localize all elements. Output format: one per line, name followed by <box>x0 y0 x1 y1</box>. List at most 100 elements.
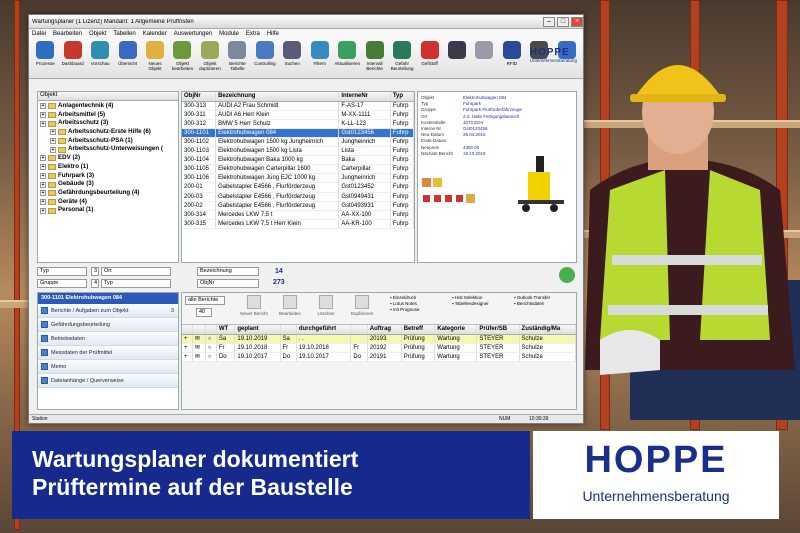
sidepanel-item[interactable]: Gefährdungsbeurteilung <box>38 318 178 332</box>
menu-item-bearbeiten[interactable]: Bearbeiten <box>53 31 82 37</box>
tree-item[interactable]: + Arbeitsschutz-Erste Hilfe (6) <box>40 128 176 137</box>
filter-typ-combo[interactable]: Typ <box>101 279 171 288</box>
toolbar-button[interactable]: Objekt bearbeiten <box>169 41 195 71</box>
report-row[interactable]: + ✉ ○ Fr 19.10.2018 Fr 19.10.2018 Fr 20192 Prüfun… <box>182 343 577 353</box>
folder-icon[interactable] <box>433 178 442 187</box>
minimize-button[interactable]: – <box>543 16 555 27</box>
menu-item-tabellen[interactable]: Tabellen <box>113 31 135 37</box>
tree-item[interactable]: + Arbeitsschutz-Unterweisungen ( <box>40 145 176 154</box>
table-row[interactable]: 200-03 Gabelstapler E4566 , Flurförderzeu… <box>182 192 414 202</box>
report-column-header[interactable] <box>205 325 217 335</box>
close-button[interactable]: × <box>571 16 583 27</box>
expand-icon[interactable]: + <box>40 112 46 119</box>
sidepanel-item[interactable]: Dateianhänge / Querverweise <box>38 374 178 388</box>
sidepanel-item[interactable]: Betriebsdaten <box>38 332 178 346</box>
menu-item-datei[interactable]: Datei <box>32 31 46 37</box>
expand-icon[interactable]: + <box>40 190 46 197</box>
toolbar-button[interactable]: Prozesse <box>32 41 58 66</box>
report-column-header[interactable]: durchgeführt <box>296 325 352 335</box>
table-row[interactable]: 300-315 Mercedes LKW 7,5 t Herr Klein AA-K… <box>182 219 414 229</box>
expand-icon[interactable]: + <box>40 207 46 214</box>
toolbar-button[interactable]: Objekt duplizieren <box>197 41 223 71</box>
toolbar-button[interactable]: Gefahr Beurteilung <box>389 41 415 71</box>
tree-item[interactable]: + Arbeitsmittel (5) <box>40 111 176 120</box>
expand-icon[interactable]: + <box>50 129 56 136</box>
toolbar-button[interactable] <box>471 41 497 61</box>
table-row[interactable]: 300-1106 Elektrohubwagen Jung EJC 1000 kg… <box>182 173 414 184</box>
table-row[interactable]: 200-01 Gabelstapler E4566 , Flurförderzeu… <box>182 182 414 193</box>
sort-combo-2[interactable]: ObjNr <box>197 279 259 288</box>
maximize-button[interactable]: □ <box>557 16 569 27</box>
tree-item[interactable]: + Anlagentechnik (4) <box>40 102 176 111</box>
reports-filter-select[interactable]: alle Berichte <box>185 296 225 305</box>
grid-column-header[interactable]: Bezeichnung <box>215 92 340 102</box>
menu-item-kalender[interactable]: Kalender <box>143 31 167 37</box>
tree-item[interactable]: + Fuhrpark (3) <box>40 172 176 181</box>
tree-item[interactable]: + Gefährdungsbeurteilung (4) <box>40 189 176 198</box>
report-action-button[interactable]: Bearbeiten <box>274 295 306 316</box>
report-column-header[interactable] <box>350 325 368 335</box>
report-link[interactable]: ▪ mit Prognose <box>390 307 446 312</box>
toolbar-button[interactable]: Vorschau <box>87 41 113 66</box>
report-column-header[interactable]: Zuständig/Ma <box>519 325 577 335</box>
tree-item[interactable]: + Geräte (4) <box>40 198 176 207</box>
tree-item[interactable]: + EDV (2) <box>40 154 176 163</box>
expand-icon[interactable]: + <box>50 138 56 145</box>
toolbar-button[interactable]: Aktualisieren <box>334 41 360 66</box>
menu-item-objekt[interactable]: Objekt <box>89 31 106 37</box>
reports-count[interactable]: 40 <box>196 308 212 317</box>
toolbar-button[interactable]: Neues Objekt <box>142 41 168 71</box>
toolbar-button[interactable]: RFID <box>499 41 525 66</box>
toolbar-button[interactable]: Übersicht <box>114 41 140 66</box>
expand-icon[interactable]: + <box>40 155 46 162</box>
report-link[interactable]: ▪ Outlook Transfer <box>514 295 570 300</box>
menu-item-auswertungen[interactable]: Auswertungen <box>174 31 212 37</box>
expand-icon[interactable]: + <box>40 198 46 205</box>
sidepanel-item[interactable]: Memo <box>38 360 178 374</box>
report-column-header[interactable]: Betreff <box>401 325 436 335</box>
expand-icon[interactable]: + <box>50 146 56 153</box>
tree-item[interactable]: + Gebäude (3) <box>40 180 176 189</box>
menu-item-hilfe[interactable]: Hilfe <box>267 31 279 37</box>
report-column-header[interactable] <box>280 325 297 335</box>
edit-icon[interactable] <box>466 194 475 203</box>
expand-icon[interactable]: + <box>40 164 46 171</box>
table-row[interactable]: 300-314 Mercedes LKW 7,5 t AA-XX-100 Fuhrp <box>182 210 414 220</box>
report-column-header[interactable]: Prüfer/SB <box>476 325 520 335</box>
table-row[interactable]: 300-1102 Elektrohubwagen 1500 kg Junghein… <box>182 137 414 148</box>
sidepanel-item[interactable]: Berichte / Aufgaben zum Objekt 3 <box>38 304 178 318</box>
sort-combo-1[interactable]: Bezeichnung <box>197 267 259 276</box>
grid-column-header[interactable]: Typ <box>390 92 414 102</box>
toolbar-button[interactable]: Filtern <box>307 41 333 66</box>
report-column-header[interactable] <box>182 325 193 335</box>
report-column-header[interactable]: WT <box>216 325 236 335</box>
filter-group-combo[interactable]: Gruppe <box>37 279 87 288</box>
table-row[interactable]: 300-1104 Elektrohubwagen Baka 1000 kg Baka… <box>182 155 414 166</box>
expand-icon[interactable]: + <box>40 172 46 179</box>
menu-item-extra[interactable]: Extra <box>246 31 260 37</box>
tree-item[interactable]: + Personal (1) <box>40 206 176 215</box>
toolbar-button[interactable]: Berichte Tabelle <box>224 41 250 71</box>
toolbar-button[interactable]: Intervall Berichte <box>361 41 387 71</box>
toolbar-button[interactable] <box>444 41 470 61</box>
report-row[interactable]: + ✉ ○ Do 19.10.2017 Do 19.10.2017 Do 20191 Prüfun… <box>182 352 577 362</box>
report-column-header[interactable]: Auftrag <box>367 325 402 335</box>
table-row[interactable]: 300-1105 Elektrohubwagen Carterpillar 160… <box>182 164 414 175</box>
add-circle-icon[interactable] <box>559 267 575 283</box>
sidepanel-item[interactable]: Messdaten der Prüfmittel <box>38 346 178 360</box>
report-link[interactable]: ▪ Lotus Notes <box>390 301 446 306</box>
toolbar-button[interactable]: Suchen <box>279 41 305 66</box>
table-row[interactable]: 300-311 AUDI A6 Herr Klein M-XX-1111 Fuhrp <box>182 110 414 120</box>
document-icon[interactable] <box>422 178 431 187</box>
report-action-button[interactable]: Neuer Bericht <box>238 295 270 316</box>
tree-item[interactable]: + Arbeitsschutz-PSA (1) <box>40 137 176 146</box>
report-action-button[interactable]: Löschen <box>310 295 342 316</box>
grid-column-header[interactable]: ObjNr <box>182 92 217 102</box>
toolbar-button[interactable]: Controlling <box>252 41 278 66</box>
filter-type-combo[interactable]: Typ <box>37 267 87 276</box>
tree-item[interactable]: + Arbeitsschutz (3) <box>40 119 176 128</box>
expand-icon[interactable]: + <box>40 120 46 127</box>
table-row[interactable]: 200-02 Gabelstapler E4566 , Flurförderzeu… <box>182 201 414 211</box>
table-row[interactable]: 300-313 AUDI A2 Frau Schmidt F-AS-17 Fuhrp <box>182 101 414 111</box>
report-link[interactable]: ▪ Einzeldruck <box>390 295 446 300</box>
